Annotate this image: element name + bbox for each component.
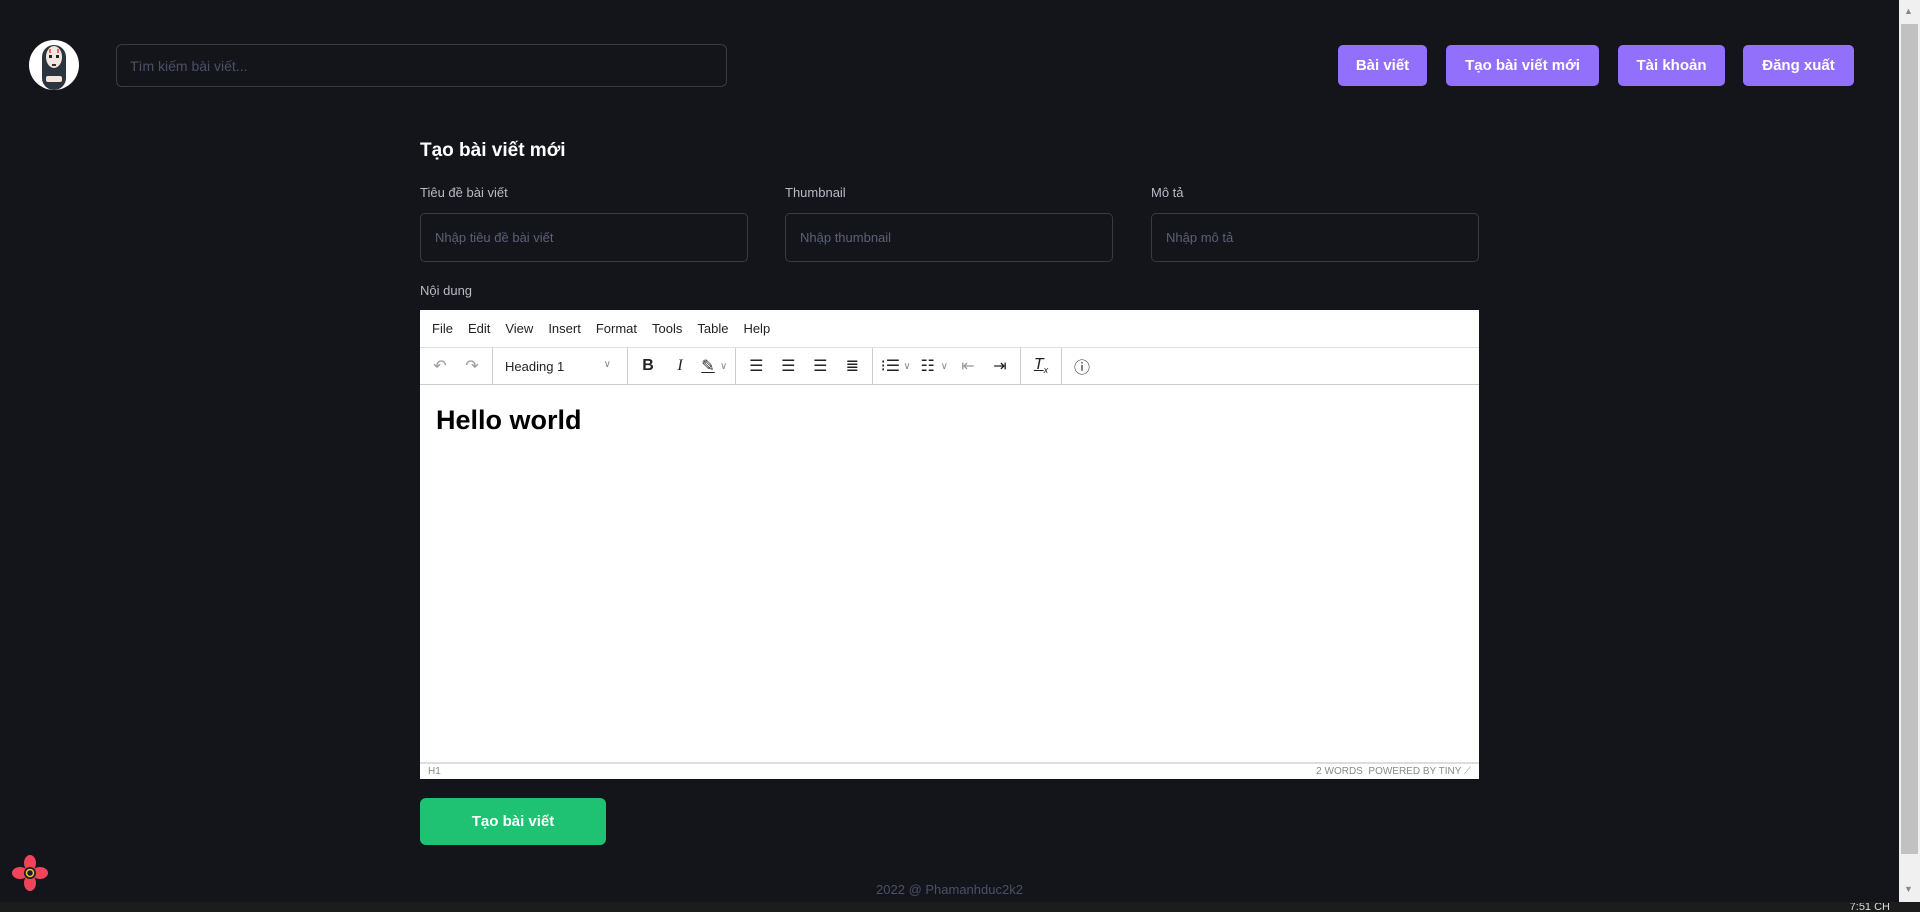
redo-icon[interactable]: ↷ [456,356,488,376]
chevron-down-icon[interactable]: ∨ [720,361,727,372]
nav-new-post-button[interactable]: Tạo bài viết mới [1446,45,1599,86]
powered-by-link[interactable]: POWERED BY TINY [1368,766,1461,777]
outdent-icon[interactable]: ⇤ [952,356,984,376]
editor-menubar: File Edit View Insert Format Tools Table… [420,310,1479,348]
align-right-icon[interactable]: ☰ [804,356,836,376]
menu-view[interactable]: View [505,321,533,336]
align-left-icon[interactable]: ☰ [740,356,772,376]
block-format-select[interactable]: Heading 1 ∨ [497,359,623,374]
create-post-button[interactable]: Tạo bài viết [420,798,606,845]
scroll-down-icon[interactable]: ▼ [1904,884,1913,894]
align-center-icon[interactable]: ☰ [772,356,804,376]
taskbar-clock: 7:51 CH [1849,903,1890,912]
thumbnail-input[interactable] [785,213,1113,262]
menu-insert[interactable]: Insert [548,321,581,336]
content-heading: Hello world [436,405,582,435]
menu-edit[interactable]: Edit [468,321,490,336]
os-taskbar [0,902,1920,912]
page-title: Tạo bài viết mới [420,140,566,161]
resize-handle-icon[interactable]: ⟋ [1464,766,1471,777]
undo-icon[interactable]: ↶ [424,356,456,376]
chevron-down-icon[interactable]: ∨ [941,361,948,372]
scrollbar-thumb[interactable] [1901,24,1918,854]
footer-text: 2022 @ Phamanhduc2k2 [876,882,1023,897]
logout-button[interactable]: Đăng xuất [1743,45,1854,86]
numbered-list-icon[interactable]: ☷ [915,356,941,376]
italic-icon[interactable]: I [664,357,696,375]
no-face-avatar-icon [42,45,66,90]
search-input[interactable] [116,44,727,87]
avatar[interactable] [29,40,79,90]
highlight-color-icon[interactable]: ✎ [696,356,720,376]
help-icon[interactable]: ⓘ [1066,354,1098,378]
description-label: Mô tả [1151,185,1184,200]
block-format-value: Heading 1 [505,358,565,374]
menu-format[interactable]: Format [596,321,637,336]
chevron-down-icon: ∨ [603,358,611,370]
menu-file[interactable]: File [432,321,453,336]
editor-statusbar: H1 2 WORDS POWERED BY TINY ⟋ [420,762,1479,779]
page-scrollbar[interactable]: ▲ ▼ [1899,0,1920,902]
chevron-down-icon[interactable]: ∨ [903,361,910,372]
content-label: Nội dung [420,283,473,298]
nav-posts-button[interactable]: Bài viết [1338,45,1427,86]
scroll-up-icon[interactable]: ▲ [1904,6,1913,16]
title-input[interactable] [420,213,748,262]
bullet-list-icon[interactable]: ⁝☰ [877,356,903,376]
rich-text-editor: File Edit View Insert Format Tools Table… [420,310,1479,779]
element-path[interactable]: H1 [428,766,441,777]
thumbnail-label: Thumbnail [785,185,846,200]
bold-icon[interactable]: B [632,357,664,375]
word-count[interactable]: 2 WORDS [1316,766,1363,777]
description-input[interactable] [1151,213,1479,262]
align-justify-icon[interactable]: ≣ [836,356,868,376]
editor-content-area[interactable]: Hello world [420,385,1479,740]
menu-help[interactable]: Help [743,321,770,336]
editor-toolbar: ↶ ↷ Heading 1 ∨ B I ✎ ∨ ☰ ☰ ☰ ≣ ⁝☰ ∨ ☷ ∨… [420,348,1479,385]
menu-tools[interactable]: Tools [652,321,682,336]
menu-table[interactable]: Table [697,321,728,336]
clear-formatting-icon[interactable]: Tx [1025,356,1057,375]
indent-icon[interactable]: ⇥ [984,356,1016,376]
nav-account-button[interactable]: Tài khoản [1618,45,1725,86]
title-label: Tiêu đề bài viết [420,185,508,200]
